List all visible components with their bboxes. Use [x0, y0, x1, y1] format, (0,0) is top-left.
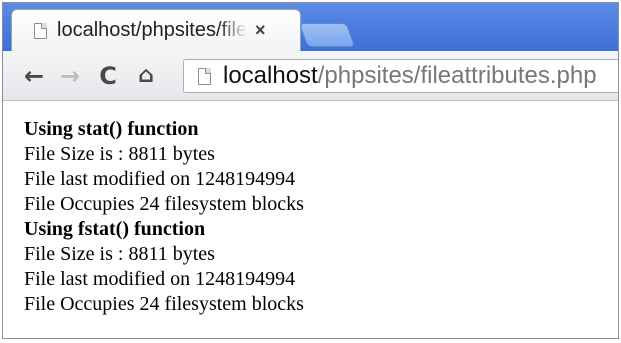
- filesystem-blocks-line: File Occupies 24 filesystem blocks: [24, 293, 304, 315]
- page-icon: [198, 67, 211, 85]
- section-heading-fstat: Using fstat() function: [24, 218, 206, 240]
- browser-tab[interactable]: localhost/phpsites/file ×: [11, 9, 301, 51]
- browser-window: localhost/phpsites/file × ← → C ⌂ localh…: [2, 2, 619, 339]
- page-content: Using stat() function File Size is : 881…: [3, 101, 618, 317]
- file-size-line: File Size is : 8811 bytes: [24, 143, 215, 165]
- forward-arrow-icon[interactable]: →: [55, 61, 85, 91]
- page-icon: [34, 22, 47, 39]
- reload-icon[interactable]: C: [93, 61, 123, 91]
- url-path: /phpsites/fileattributes.php: [317, 62, 597, 89]
- section-heading-stat: Using stat() function: [24, 118, 199, 140]
- address-bar[interactable]: localhost/phpsites/fileattributes.php: [183, 59, 618, 93]
- back-arrow-icon[interactable]: ←: [19, 61, 49, 91]
- new-tab-button[interactable]: [298, 23, 356, 47]
- navigation-toolbar: ← → C ⌂ localhost/phpsites/fileattribute…: [3, 51, 618, 101]
- filesystem-blocks-line: File Occupies 24 filesystem blocks: [24, 193, 304, 215]
- close-tab-icon[interactable]: ×: [255, 20, 266, 41]
- last-modified-line: File last modified on 1248194994: [24, 168, 296, 190]
- title-bar: localhost/phpsites/file ×: [3, 3, 618, 51]
- url-text[interactable]: localhost/phpsites/fileattributes.php: [223, 62, 597, 90]
- tab-title: localhost/phpsites/file: [57, 19, 247, 41]
- last-modified-line: File last modified on 1248194994: [24, 268, 296, 290]
- url-host: localhost: [223, 62, 318, 89]
- file-size-line: File Size is : 8811 bytes: [24, 243, 215, 265]
- home-icon[interactable]: ⌂: [131, 61, 161, 91]
